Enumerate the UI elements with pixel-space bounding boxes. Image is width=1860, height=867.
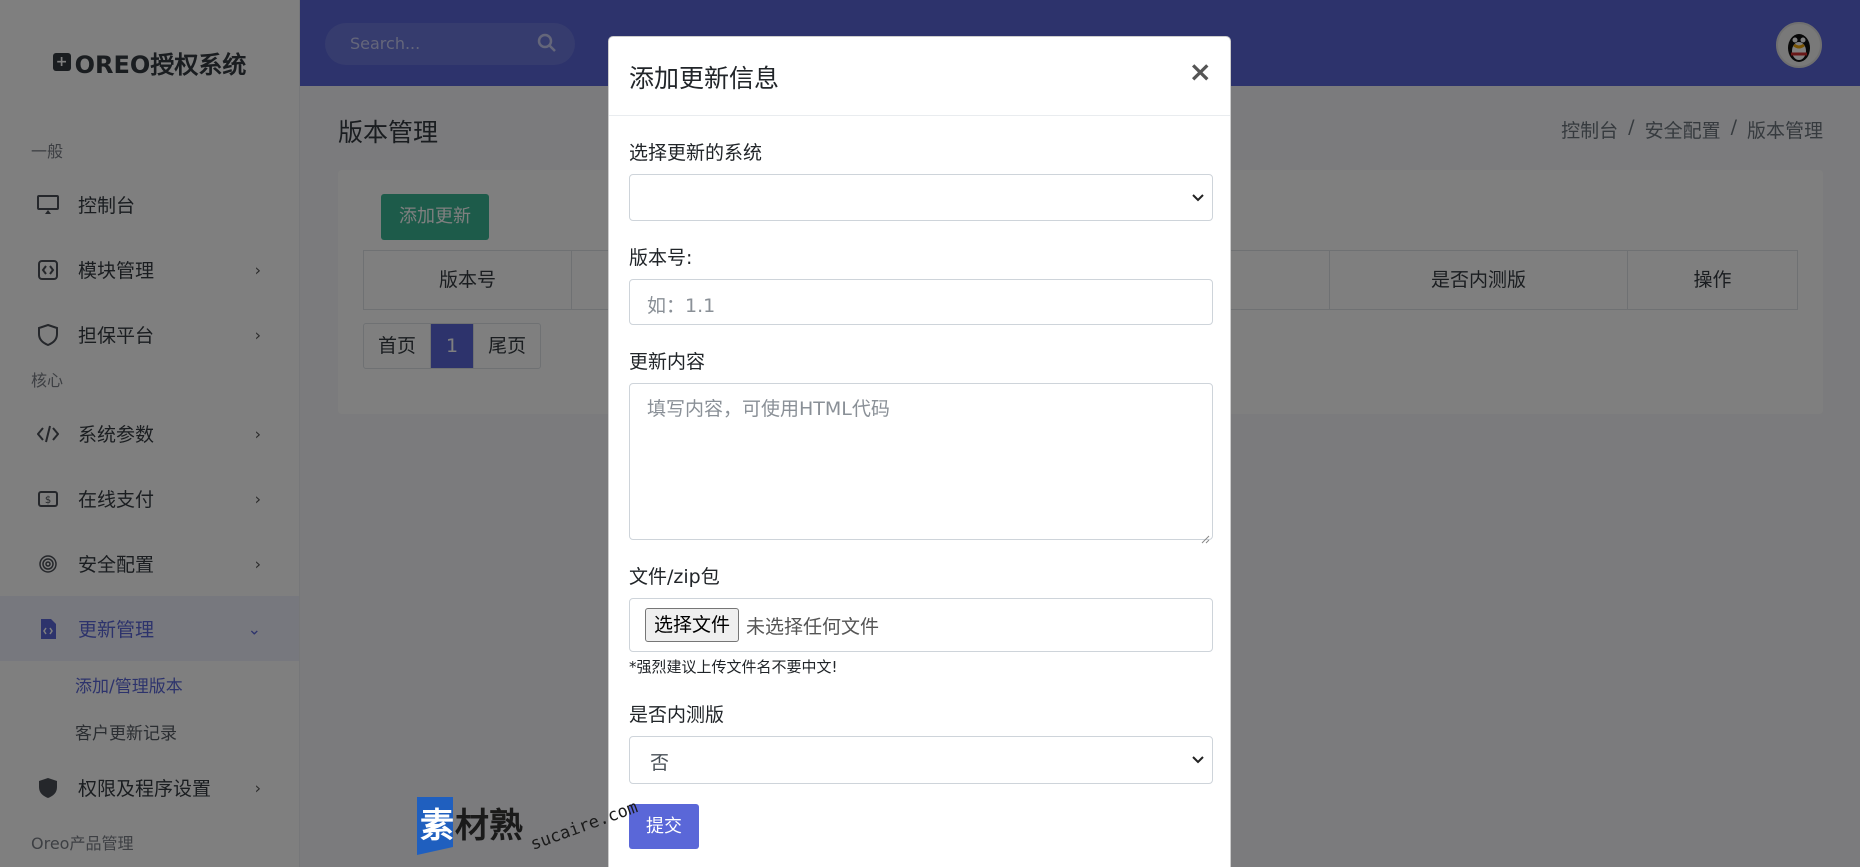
content-textarea[interactable]: 填写内容，可使用HTML代码 [629,383,1213,544]
modal-header: 添加更新信息 × [609,37,1230,116]
file-label: 文件/zip包 [629,566,720,588]
add-update-modal: 添加更新信息 × 选择更新的系统 版本号: 如：1.1 更新内容 填写内容，可使… [608,36,1231,867]
choose-file-button[interactable]: 选择文件 [645,608,740,642]
content-placeholder: 填写内容，可使用HTML代码 [647,398,890,420]
watermark-en: sucaire.com [528,797,641,854]
chevron-down-icon [1192,190,1204,206]
modal-title: 添加更新信息 [629,64,780,93]
content-label: 更新内容 [629,351,706,373]
watermark-cn-rest: 材熟 [455,806,523,846]
watermark-cn-first: 素 [420,806,454,846]
system-select[interactable] [629,174,1213,221]
close-icon[interactable]: × [1189,55,1212,88]
watermark-logo: 素 材熟 sucaire.com [415,795,665,865]
file-input[interactable]: 选择文件 未选择任何文件 [629,598,1213,652]
file-status: 未选择任何文件 [746,616,880,638]
resize-grip-icon[interactable] [1200,527,1210,544]
beta-label: 是否内测版 [629,704,725,726]
beta-select[interactable]: 否 [629,736,1213,784]
chevron-down-icon [1192,752,1204,768]
version-input[interactable]: 如：1.1 [629,279,1213,325]
file-hint: *强烈建议上传文件名不要中文! [629,658,838,676]
system-label: 选择更新的系统 [629,142,763,164]
beta-select-value: 否 [650,752,670,774]
version-label: 版本号: [629,247,693,269]
version-placeholder: 如：1.1 [647,295,716,317]
